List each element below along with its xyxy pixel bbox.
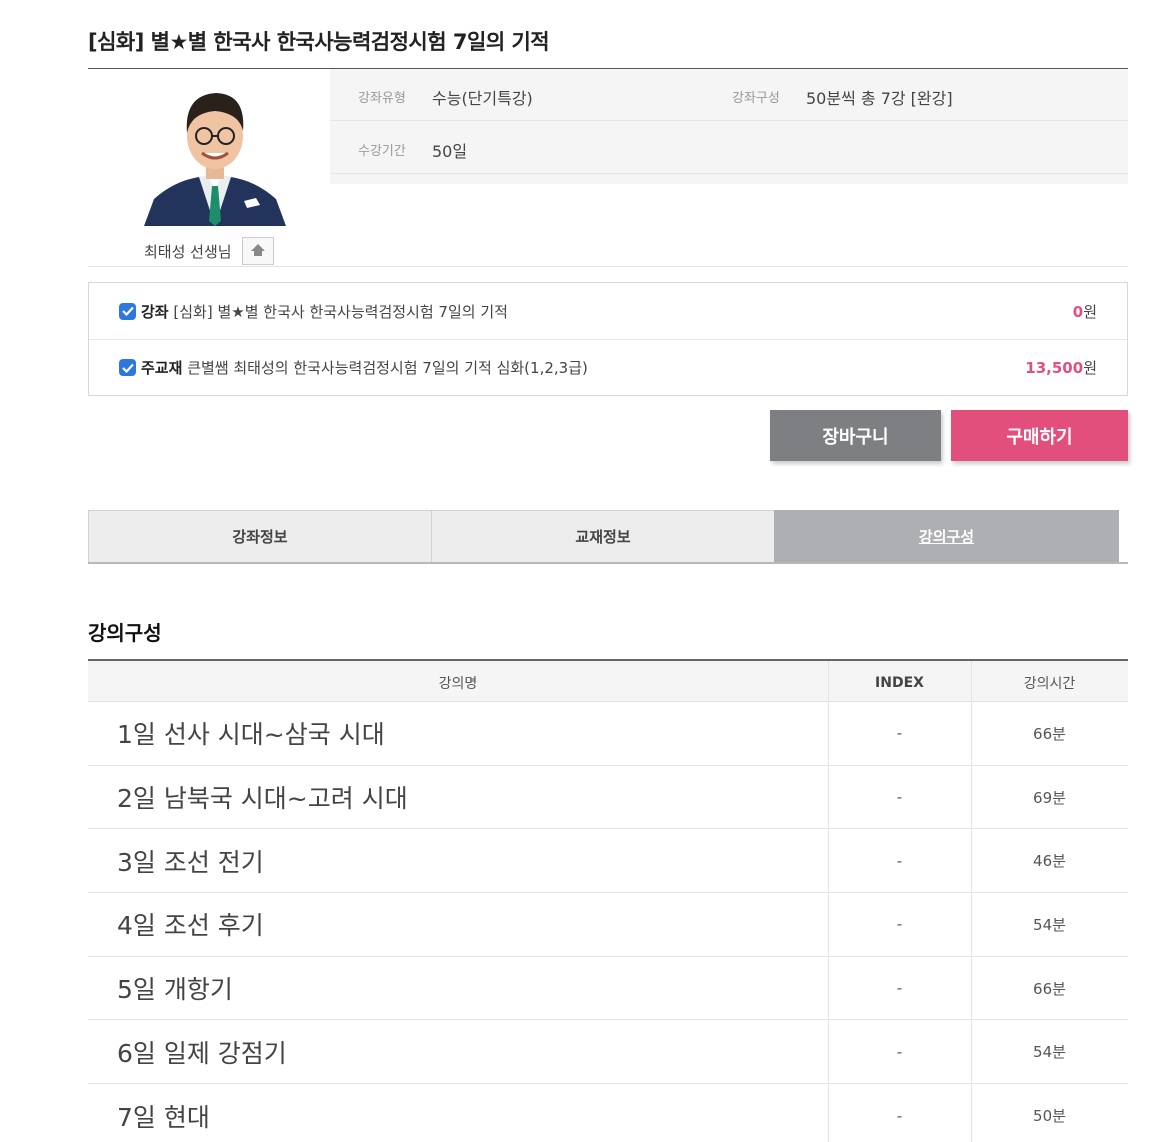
lecture-index: -	[896, 724, 903, 743]
lecture-name[interactable]: 5일 개항기	[88, 957, 828, 1020]
teacher-profile: 최태성 선생님	[88, 69, 328, 266]
column-divider	[971, 956, 972, 1020]
lecture-index: -	[896, 1106, 903, 1125]
price-value: 13,500	[1025, 359, 1084, 377]
header-lecture-name: 강의명	[438, 675, 478, 692]
course-period-label: 수강기간	[358, 144, 406, 159]
info-row: 강좌유형 수능(단기특강) 강좌구성 50분씩 총 7강 [완강]	[330, 69, 1128, 121]
purchase-item-course: 강좌 [심화] 별★별 한국사 한국사능력검정시험 7일의 기적 0원	[89, 283, 1127, 339]
table-row: 4일 조선 후기 - 54분	[88, 893, 1128, 957]
table-row: 3일 조선 전기 - 46분	[88, 829, 1128, 894]
info-row: 수강기간 50일	[330, 122, 1128, 174]
buy-button[interactable]: 구매하기	[951, 410, 1128, 461]
lecture-index: -	[896, 915, 903, 934]
header-lecture-time: 강의시간	[1023, 675, 1076, 692]
lecture-name[interactable]: 6일 일제 강점기	[88, 1020, 828, 1083]
column-divider	[828, 829, 829, 893]
book-checkbox[interactable]	[119, 359, 136, 376]
column-divider	[828, 765, 829, 829]
item-price: 0원	[1073, 301, 1097, 322]
column-divider	[828, 956, 829, 1020]
lecture-index: -	[896, 788, 903, 807]
lecture-time: 66분	[1033, 724, 1066, 743]
lecture-time: 66분	[1033, 979, 1066, 998]
column-divider	[971, 1084, 972, 1142]
header-index: INDEX	[875, 674, 924, 691]
column-divider	[971, 765, 972, 829]
home-icon	[250, 242, 266, 261]
lecture-name[interactable]: 1일 선사 시대~삼국 시대	[88, 702, 828, 765]
table-row: 6일 일제 강점기 - 54분	[88, 1020, 1128, 1085]
lecture-name[interactable]: 2일 남북국 시대~고려 시대	[88, 766, 828, 829]
teacher-home-button[interactable]	[242, 237, 274, 265]
lecture-time: 46분	[1033, 852, 1066, 871]
item-text: 강좌 [심화] 별★별 한국사 한국사능력검정시험 7일의 기적	[141, 301, 508, 322]
tab-book-info[interactable]: 교재정보	[431, 510, 775, 562]
lecture-index: -	[896, 1042, 903, 1061]
lecture-index: -	[896, 851, 903, 870]
column-divider	[828, 661, 829, 701]
purchase-items: 강좌 [심화] 별★별 한국사 한국사능력검정시험 7일의 기적 0원 주교재 …	[88, 282, 1128, 396]
lecture-index: -	[896, 979, 903, 998]
lecture-name[interactable]: 3일 조선 전기	[88, 829, 828, 892]
tab-bar: 강좌정보 교재정보 강의구성	[88, 510, 1128, 564]
price-value: 0	[1072, 302, 1084, 321]
teacher-photo	[144, 81, 286, 226]
column-divider	[971, 702, 972, 765]
lecture-table: 강의명 INDEX 강의시간 1일 선사 시대~삼국 시대 - 66분 2일 남…	[88, 659, 1128, 1142]
course-compose-value: 50분씩 총 7강 [완강]	[806, 89, 953, 108]
course-type-label: 강좌유형	[358, 91, 406, 106]
table-row: 5일 개항기 - 66분	[88, 956, 1128, 1021]
section-divider	[88, 266, 1128, 267]
price-unit: 원	[1083, 359, 1097, 377]
column-divider	[828, 893, 829, 956]
lecture-time: 50분	[1033, 1107, 1066, 1126]
column-divider	[971, 661, 972, 701]
lecture-name[interactable]: 7일 현대	[88, 1084, 828, 1142]
item-text: 주교재 큰별쌤 최태성의 한국사능력검정시험 7일의 기적 심화(1,2,3급)	[141, 357, 588, 378]
price-unit: 원	[1083, 302, 1097, 321]
purchase-item-book: 주교재 큰별쌤 최태성의 한국사능력검정시험 7일의 기적 심화(1,2,3급)…	[89, 339, 1127, 395]
section-title: 강의구성	[88, 621, 162, 645]
lecture-time: 54분	[1033, 915, 1066, 934]
lecture-time: 69분	[1033, 788, 1066, 807]
course-compose-label: 강좌구성	[732, 91, 780, 106]
lecture-time: 54분	[1033, 1043, 1066, 1062]
course-type-value: 수능(단기특강)	[432, 89, 533, 108]
table-row: 1일 선사 시대~삼국 시대 - 66분	[88, 702, 1128, 766]
teacher-name: 최태성 선생님	[144, 243, 232, 261]
column-divider	[828, 702, 829, 765]
column-divider	[828, 1020, 829, 1084]
table-header: 강의명 INDEX 강의시간	[88, 659, 1128, 702]
tab-lecture-composition[interactable]: 강의구성	[774, 510, 1119, 562]
item-tag: 강좌	[141, 302, 169, 321]
item-name: 큰별쌤 최태성의 한국사능력검정시험 7일의 기적 심화(1,2,3급)	[187, 359, 588, 377]
lecture-name[interactable]: 4일 조선 후기	[88, 893, 828, 956]
cart-button[interactable]: 장바구니	[770, 410, 941, 461]
course-period-value: 50일	[432, 142, 468, 161]
item-name: [심화] 별★별 한국사 한국사능력검정시험 7일의 기적	[173, 302, 508, 321]
page-title: [심화] 별★별 한국사 한국사능력검정시험 7일의 기적	[88, 30, 550, 54]
item-price: 13,500원	[1025, 357, 1097, 378]
table-row: 7일 현대 - 50분	[88, 1084, 1128, 1142]
column-divider	[971, 829, 972, 893]
course-checkbox[interactable]	[119, 302, 136, 320]
column-divider	[971, 1020, 972, 1084]
item-tag: 주교재	[141, 359, 183, 377]
column-divider	[971, 893, 972, 956]
tab-course-info[interactable]: 강좌정보	[88, 510, 432, 562]
table-row: 2일 남북국 시대~고려 시대 - 69분	[88, 765, 1128, 830]
course-info: 강좌유형 수능(단기특강) 강좌구성 50분씩 총 7강 [완강] 수강기간 5…	[330, 69, 1128, 184]
column-divider	[828, 1084, 829, 1142]
